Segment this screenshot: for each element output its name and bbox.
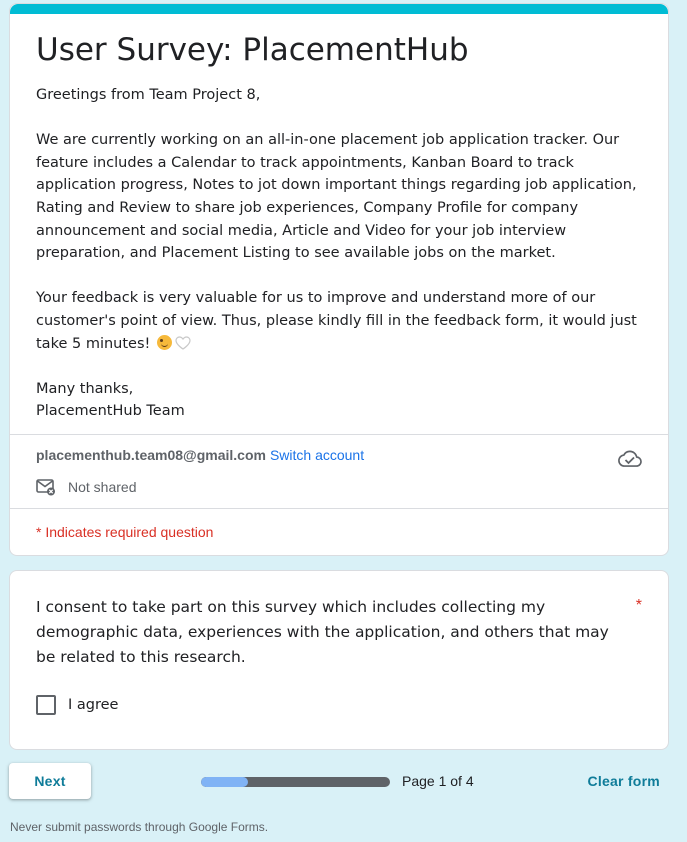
divider — [10, 508, 668, 509]
cloud-check-icon[interactable] — [618, 450, 642, 468]
page-indicator: Page 1 of 4 — [402, 773, 474, 789]
agree-option[interactable]: I agree — [36, 695, 118, 715]
agree-label[interactable]: I agree — [68, 697, 118, 713]
winking-face-icon — [156, 334, 172, 350]
form-title: User Survey: PlacementHub — [36, 32, 469, 68]
description-closing: Many thanks, — [36, 380, 134, 397]
switch-account-link[interactable]: Switch account — [270, 447, 364, 463]
white-heart-icon — [175, 335, 191, 350]
description-signature: PlacementHub Team — [36, 403, 185, 420]
form-header-card: User Survey: PlacementHub Greetings from… — [9, 3, 669, 556]
footer-note: Never submit passwords through Google Fo… — [10, 820, 269, 834]
divider — [10, 434, 668, 435]
description-paragraph-2-text: Your feedback is very valuable for us to… — [36, 290, 637, 352]
account-email: placementhub.team08@gmail.com — [36, 447, 266, 463]
progress-bar — [201, 777, 390, 787]
not-shared-row: Not shared — [36, 478, 136, 496]
shared-status: Not shared — [68, 479, 137, 495]
question-card: I consent to take part on this survey wh… — [9, 570, 669, 750]
form-description: Greetings from Team Project 8, We are cu… — [36, 84, 648, 423]
description-paragraph-2: Your feedback is very valuable for us to… — [36, 287, 648, 355]
progress-fill — [201, 777, 249, 787]
required-note: * Indicates required question — [36, 524, 214, 540]
question-text: I consent to take part on this survey wh… — [36, 598, 609, 666]
description-greeting: Greetings from Team Project 8, — [36, 87, 261, 103]
mail-not-shared-icon — [36, 479, 55, 496]
agree-checkbox[interactable] — [36, 695, 56, 715]
clear-form-button[interactable]: Clear form — [587, 773, 660, 789]
accent-stripe — [10, 4, 668, 14]
account-row: placementhub.team08@gmail.com Switch acco… — [36, 447, 364, 463]
next-button[interactable]: Next — [9, 763, 91, 799]
required-asterisk: * — [635, 597, 642, 614]
description-paragraph-1: We are currently working on an all-in-on… — [36, 132, 637, 262]
